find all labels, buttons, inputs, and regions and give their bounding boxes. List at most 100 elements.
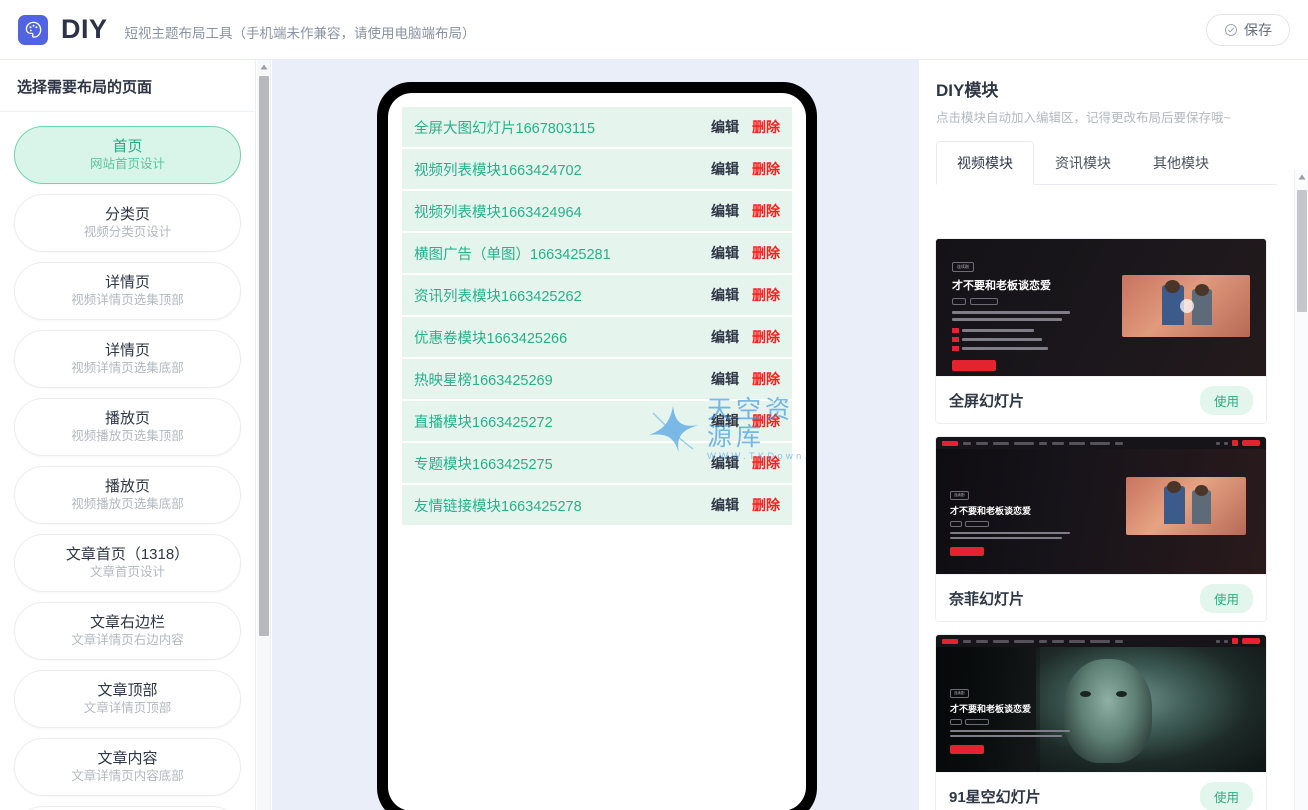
page-item-desc: 视频分类页设计 <box>83 225 172 239</box>
page-selector-title: 选择需要布局的页面 <box>0 60 255 112</box>
module-edit-button[interactable]: 编辑 <box>711 243 739 263</box>
page-item[interactable]: 首页 网站首页设计 <box>14 126 241 184</box>
module-edit-button[interactable]: 编辑 <box>711 159 739 179</box>
module-library-scrollbar[interactable] <box>1294 170 1308 810</box>
module-edit-button[interactable]: 编辑 <box>711 495 739 515</box>
page-item-desc: 文章详情页顶部 <box>83 701 172 715</box>
module-library-scrollbar-thumb[interactable] <box>1297 190 1307 312</box>
thumb-topbar <box>936 635 1266 647</box>
module-card[interactable]: 连续剧 才不要和老板谈恋爱 全屏幻灯片 使用 <box>935 238 1267 424</box>
module-card-footer: 91星空幻灯片 使用 <box>936 772 1266 810</box>
module-row[interactable]: 视频列表模块1663424702 编辑 删除 <box>402 149 792 191</box>
module-row-name[interactable]: 热映星榜1663425269 <box>414 369 711 390</box>
module-delete-button[interactable]: 删除 <box>752 411 780 431</box>
module-edit-button[interactable]: 编辑 <box>711 327 739 347</box>
app-subtitle: 短视主题布局工具（手机端未作兼容，请使用电脑端布局） <box>124 25 476 41</box>
module-row-name[interactable]: 资讯列表模块1663425262 <box>414 285 711 306</box>
thumb-topbar <box>936 437 1266 449</box>
page-item-name: 文章顶部 <box>97 682 158 699</box>
sidebar-scrollbar-thumb[interactable] <box>259 76 269 636</box>
module-delete-button[interactable]: 删除 <box>752 453 780 473</box>
module-edit-button[interactable]: 编辑 <box>711 411 739 431</box>
module-row-name[interactable]: 专题模块1663425275 <box>414 453 711 474</box>
phone-screen: 全屏大图幻灯片1667803115 编辑 删除 视频列表模块1663424702 编辑删… <box>388 93 806 810</box>
module-card-label: 91星空幻灯片 <box>949 788 1041 806</box>
page-item-name: 首页 <box>112 138 143 155</box>
page-item[interactable]: 详情页 视频详情页选集顶部 <box>14 262 241 320</box>
tab-2[interactable]: 其他模块 <box>1132 141 1230 185</box>
module-card-thumbnail: 连续剧 才不要和老板谈恋爱 <box>936 635 1266 772</box>
module-row-name[interactable]: 友情链接模块1663425278 <box>414 495 711 516</box>
tab-0[interactable]: 视频模块 <box>936 141 1034 185</box>
module-row-name[interactable]: 优惠卷模块1663425266 <box>414 327 711 348</box>
app-title: DIY <box>61 14 108 44</box>
phone-frame: 全屏大图幻灯片1667803115 编辑 删除 视频列表模块1663424702 编辑删… <box>377 82 817 810</box>
page-item-name: 播放页 <box>104 410 150 427</box>
page-item[interactable]: 文章首页（1318） 文章首页设计 <box>14 534 241 592</box>
module-row[interactable]: 友情链接模块1663425278 编辑 删除 <box>402 485 792 527</box>
module-delete-button[interactable]: 删除 <box>752 201 780 221</box>
module-row-name[interactable]: 全屏大图幻灯片1667803115 <box>414 117 711 138</box>
module-row[interactable]: 专题模块1663425275 编辑 删除 <box>402 443 792 485</box>
module-library-panel: DIY模块 点击模块自动加入编辑区，记得更改布局后要保存哦~ 视频模块 资讯模块其… <box>918 60 1294 810</box>
use-module-button[interactable]: 使用 <box>1199 583 1253 613</box>
module-tabs: 视频模块 资讯模块 其他模块 <box>936 140 1277 185</box>
module-library-subtitle: 点击模块自动加入编辑区，记得更改布局后要保存哦~ <box>936 111 1231 125</box>
module-delete-button[interactable]: 删除 <box>752 117 780 137</box>
module-row-name[interactable]: 横图广告（单图）1663425281 <box>414 243 711 264</box>
module-row-name[interactable]: 视频列表模块1663424964 <box>414 201 711 222</box>
app-header: DIY 短视主题布局工具（手机端未作兼容，请使用电脑端布局） 保存 <box>0 0 1308 60</box>
module-edit-button[interactable]: 编辑 <box>711 117 739 137</box>
module-card-list: 连续剧 才不要和老板谈恋爱 全屏幻灯片 使用 连续剧 才不要和老板谈恋爱 奈菲幻灯片 使用 连续… <box>919 228 1281 810</box>
module-row[interactable]: 直播模块1663425272 编辑 删除 <box>402 401 792 443</box>
scroll-up-arrow-icon[interactable] <box>1297 172 1307 182</box>
module-card-label: 奈菲幻灯片 <box>949 590 1025 608</box>
scroll-up-arrow-icon[interactable] <box>259 62 269 72</box>
module-delete-button[interactable]: 删除 <box>752 159 780 179</box>
module-row-name[interactable]: 直播模块1663425272 <box>414 411 711 432</box>
page-item-desc: 视频详情页选集顶部 <box>71 293 184 307</box>
sidebar-scrollbar[interactable] <box>257 60 271 810</box>
page-item[interactable]: 分类页 视频分类页设计 <box>14 194 241 252</box>
module-delete-button[interactable]: 删除 <box>752 369 780 389</box>
module-edit-button[interactable]: 编辑 <box>711 453 739 473</box>
module-row[interactable]: 资讯列表模块1663425262 编辑 删除 <box>402 275 792 317</box>
module-edit-button[interactable]: 编辑 <box>711 201 739 221</box>
module-library-header: DIY模块 点击模块自动加入编辑区，记得更改布局后要保存哦~ 视频模块 资讯模块其… <box>919 60 1294 185</box>
tab-1[interactable]: 资讯模块 <box>1034 141 1132 185</box>
save-button[interactable]: 保存 <box>1206 13 1290 46</box>
module-delete-button[interactable]: 删除 <box>752 327 780 347</box>
palette-icon <box>18 14 48 45</box>
module-edit-button[interactable]: 编辑 <box>711 285 739 305</box>
module-card[interactable]: 连续剧 才不要和老板谈恋爱 91星空幻灯片 使用 <box>935 634 1267 810</box>
page-item[interactable]: DIY1 <box>14 806 241 810</box>
module-delete-button[interactable]: 删除 <box>752 285 780 305</box>
page-item[interactable]: 文章内容 文章详情页内容底部 <box>14 738 241 796</box>
page-list: 首页网站首页设计分类页 视频分类页设计 详情页 视频详情页选集顶部 详情页 视频详情页选集… <box>0 112 255 810</box>
check-circle-icon <box>1224 23 1238 36</box>
module-row[interactable]: 全屏大图幻灯片1667803115 编辑 删除 <box>402 107 792 149</box>
page-item[interactable]: 详情页 视频详情页选集底部 <box>14 330 241 388</box>
page-item[interactable]: 播放页 视频播放页选集底部 <box>14 466 241 524</box>
page-item[interactable]: 播放页视频播放页选集顶部 <box>14 398 241 456</box>
module-card-thumbnail: 连续剧 才不要和老板谈恋爱 <box>936 239 1266 376</box>
module-row-name[interactable]: 视频列表模块1663424702 <box>414 159 711 180</box>
save-button-label: 保存 <box>1244 21 1272 38</box>
module-row[interactable]: 优惠卷模块1663425266 编辑 删除 <box>402 317 792 359</box>
page-item-name: 文章右边栏 <box>89 614 165 631</box>
module-row[interactable]: 横图广告（单图）1663425281 编辑 删除 <box>402 233 792 275</box>
module-card[interactable]: 连续剧 才不要和老板谈恋爱 奈菲幻灯片 使用 <box>935 436 1267 622</box>
page-item[interactable]: 文章右边栏 文章详情页右边内容 <box>14 602 241 660</box>
module-delete-button[interactable]: 删除 <box>752 243 780 263</box>
use-module-button[interactable]: 使用 <box>1199 385 1253 415</box>
page-item[interactable]: 文章顶部文章详情页顶部 <box>14 670 241 728</box>
page-item-desc: 视频详情页选集底部 <box>71 361 184 375</box>
page-item-desc: 网站首页设计 <box>89 157 165 171</box>
module-delete-button[interactable]: 删除 <box>752 495 780 515</box>
page-item-desc: 视频播放页选集顶部 <box>71 429 184 443</box>
module-edit-button[interactable]: 编辑 <box>711 369 739 389</box>
page-item-name: 文章首页（1318） <box>65 546 190 563</box>
use-module-button[interactable]: 使用 <box>1199 781 1253 810</box>
module-row[interactable]: 热映星榜1663425269 编辑 删除 <box>402 359 792 401</box>
module-row[interactable]: 视频列表模块1663424964 编辑 删除 <box>402 191 792 233</box>
